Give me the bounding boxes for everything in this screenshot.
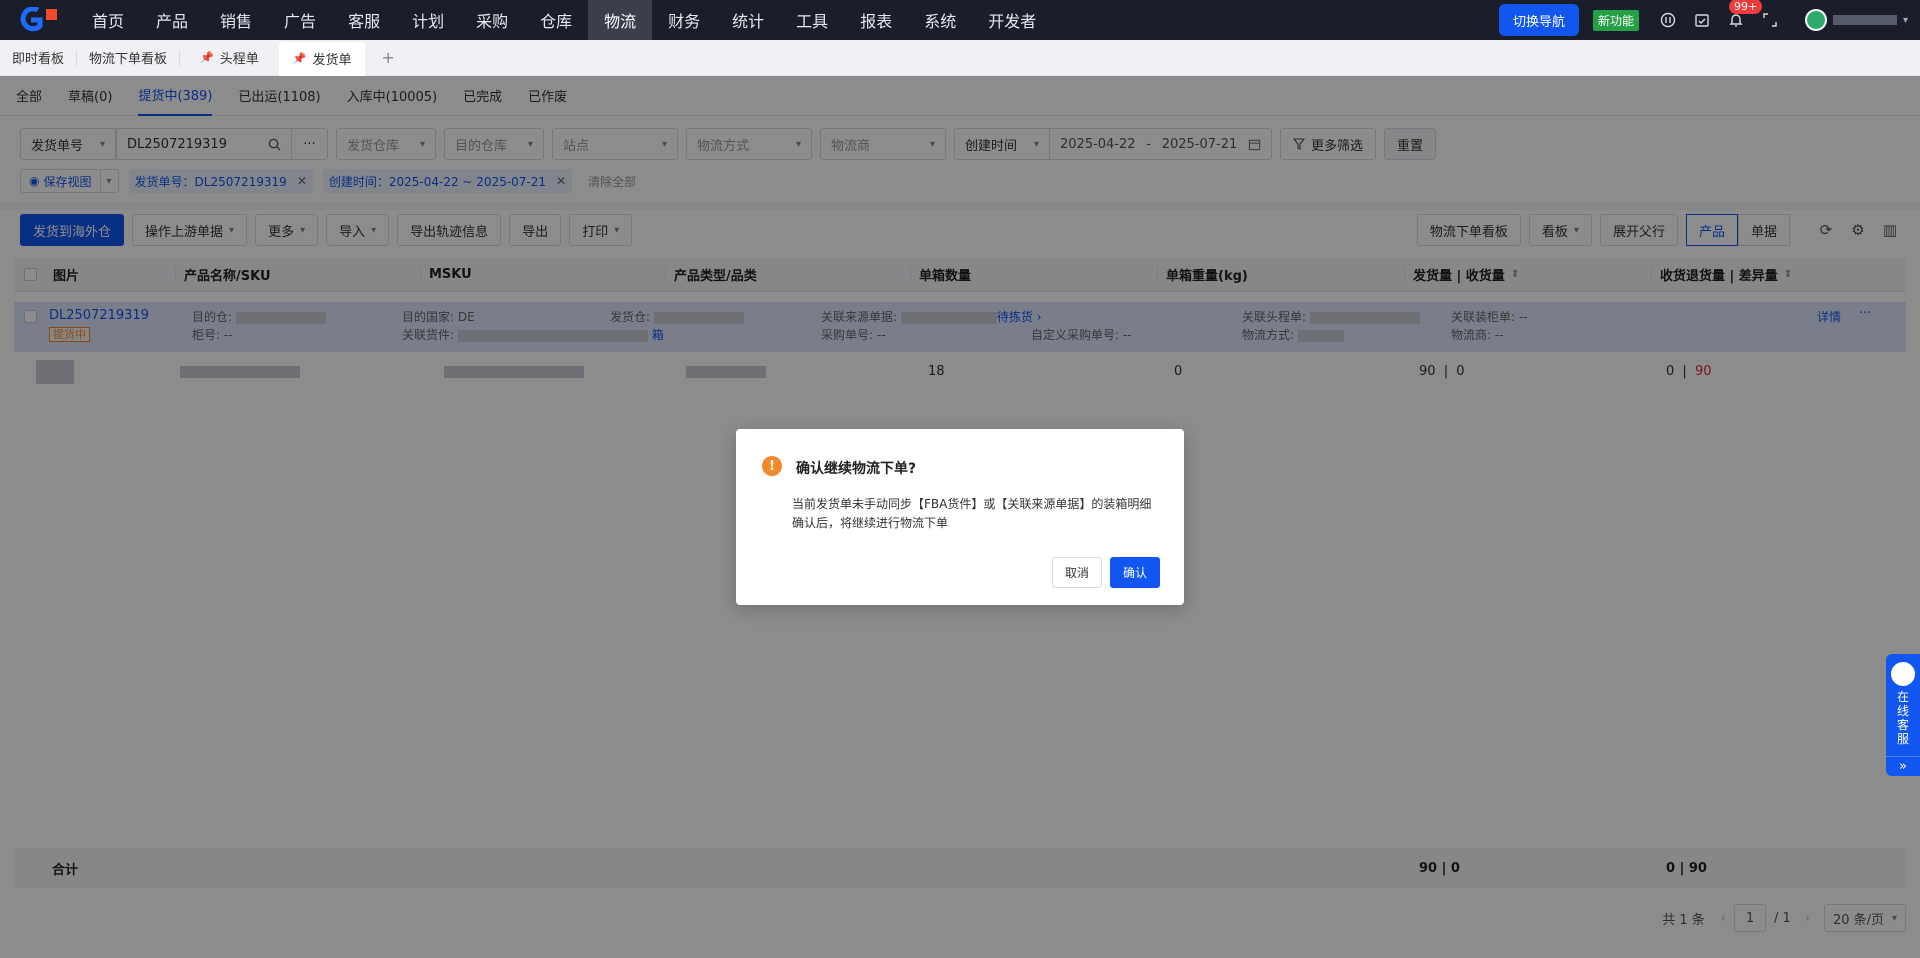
top-navigation: 首页 产品 销售 广告 客服 计划 采购 仓库 物流 财务 统计 工具 报表 系… [0, 0, 1920, 40]
nav-plan[interactable]: 计划 [396, 0, 460, 40]
nav-stats[interactable]: 统计 [716, 0, 780, 40]
nav-developer[interactable]: 开发者 [972, 0, 1052, 40]
user-menu-chevron-icon[interactable]: ▾ [1903, 15, 1908, 26]
dialog-content: 当前发货单未手动同步【FBA货件】或【关联来源单据】的装箱明细 确认后，将继续进… [792, 495, 1172, 533]
confirm-button[interactable]: 确认 [1110, 557, 1160, 588]
nav-ads[interactable]: 广告 [268, 0, 332, 40]
pin-icon[interactable]: 📌 [293, 52, 307, 65]
notification-count-badge: 99+ [1728, 0, 1763, 14]
fullscreen-icon[interactable] [1761, 11, 1779, 29]
user-avatar[interactable] [1804, 9, 1827, 31]
nav-product[interactable]: 产品 [140, 0, 204, 40]
pinned-tab-logistics-board[interactable]: 物流下单看板 [77, 49, 181, 67]
dialog-title: 确认继续物流下单? [796, 461, 917, 477]
app-logo[interactable] [0, 0, 76, 40]
warning-icon: ! [762, 456, 782, 476]
switch-nav-button[interactable]: 切换导航 [1498, 4, 1579, 36]
pin-icon[interactable]: 📌 [200, 51, 214, 64]
nav-purchase[interactable]: 采购 [460, 0, 524, 40]
nav-sales[interactable]: 销售 [204, 0, 268, 40]
nav-tools[interactable]: 工具 [780, 0, 844, 40]
tab-label: 发货单 [312, 53, 352, 68]
nav-logistics[interactable]: 物流 [588, 0, 653, 40]
logo-icon [20, 7, 57, 32]
pinned-tab-realtime-board[interactable]: 即时看板 [0, 49, 78, 67]
online-service-label: 在线客服 [1896, 690, 1909, 746]
nav-reports[interactable]: 报表 [844, 0, 908, 40]
tab-shipment-order[interactable]: 📌 发货单 [278, 41, 366, 76]
page-tab-bar: 即时看板 物流下单看板 📌 头程单 📌 发货单 + [0, 40, 1920, 76]
tab-label: 头程单 [219, 52, 259, 67]
new-feature-badge[interactable]: 新功能 [1592, 9, 1639, 31]
nav-finance[interactable]: 财务 [652, 0, 716, 40]
calendar-check-icon[interactable] [1693, 11, 1711, 29]
nav-system[interactable]: 系统 [908, 0, 972, 40]
add-tab-button[interactable]: + [381, 48, 394, 67]
user-name-redacted[interactable] [1832, 15, 1897, 25]
service-avatar-icon [1891, 662, 1915, 686]
online-service-widget[interactable]: 在线客服 » [1886, 654, 1920, 776]
main-menu: 首页 产品 销售 广告 客服 计划 采购 仓库 物流 财务 统计 工具 报表 系… [76, 0, 1052, 40]
confirm-dialog: ! 确认继续物流下单? 当前发货单未手动同步【FBA货件】或【关联来源单据】的装… [736, 429, 1184, 605]
tab-first-leg[interactable]: 📌 头程单 [186, 42, 273, 74]
nav-warehouse[interactable]: 仓库 [524, 0, 588, 40]
collapse-icon[interactable]: » [1886, 756, 1920, 774]
cancel-button[interactable]: 取消 [1052, 557, 1102, 588]
nav-service[interactable]: 客服 [332, 0, 396, 40]
dialog-line-2: 确认后，将继续进行物流下单 [792, 516, 949, 530]
currency-icon[interactable] [1659, 11, 1677, 29]
bell-icon[interactable]: 99+ [1727, 0, 1763, 29]
nav-right-area: 切换导航 新功能 99+ ▾ [1498, 0, 1920, 40]
dialog-line-1: 当前发货单未手动同步【FBA货件】或【关联来源单据】的装箱明细 [792, 497, 1152, 511]
nav-home[interactable]: 首页 [76, 0, 140, 40]
